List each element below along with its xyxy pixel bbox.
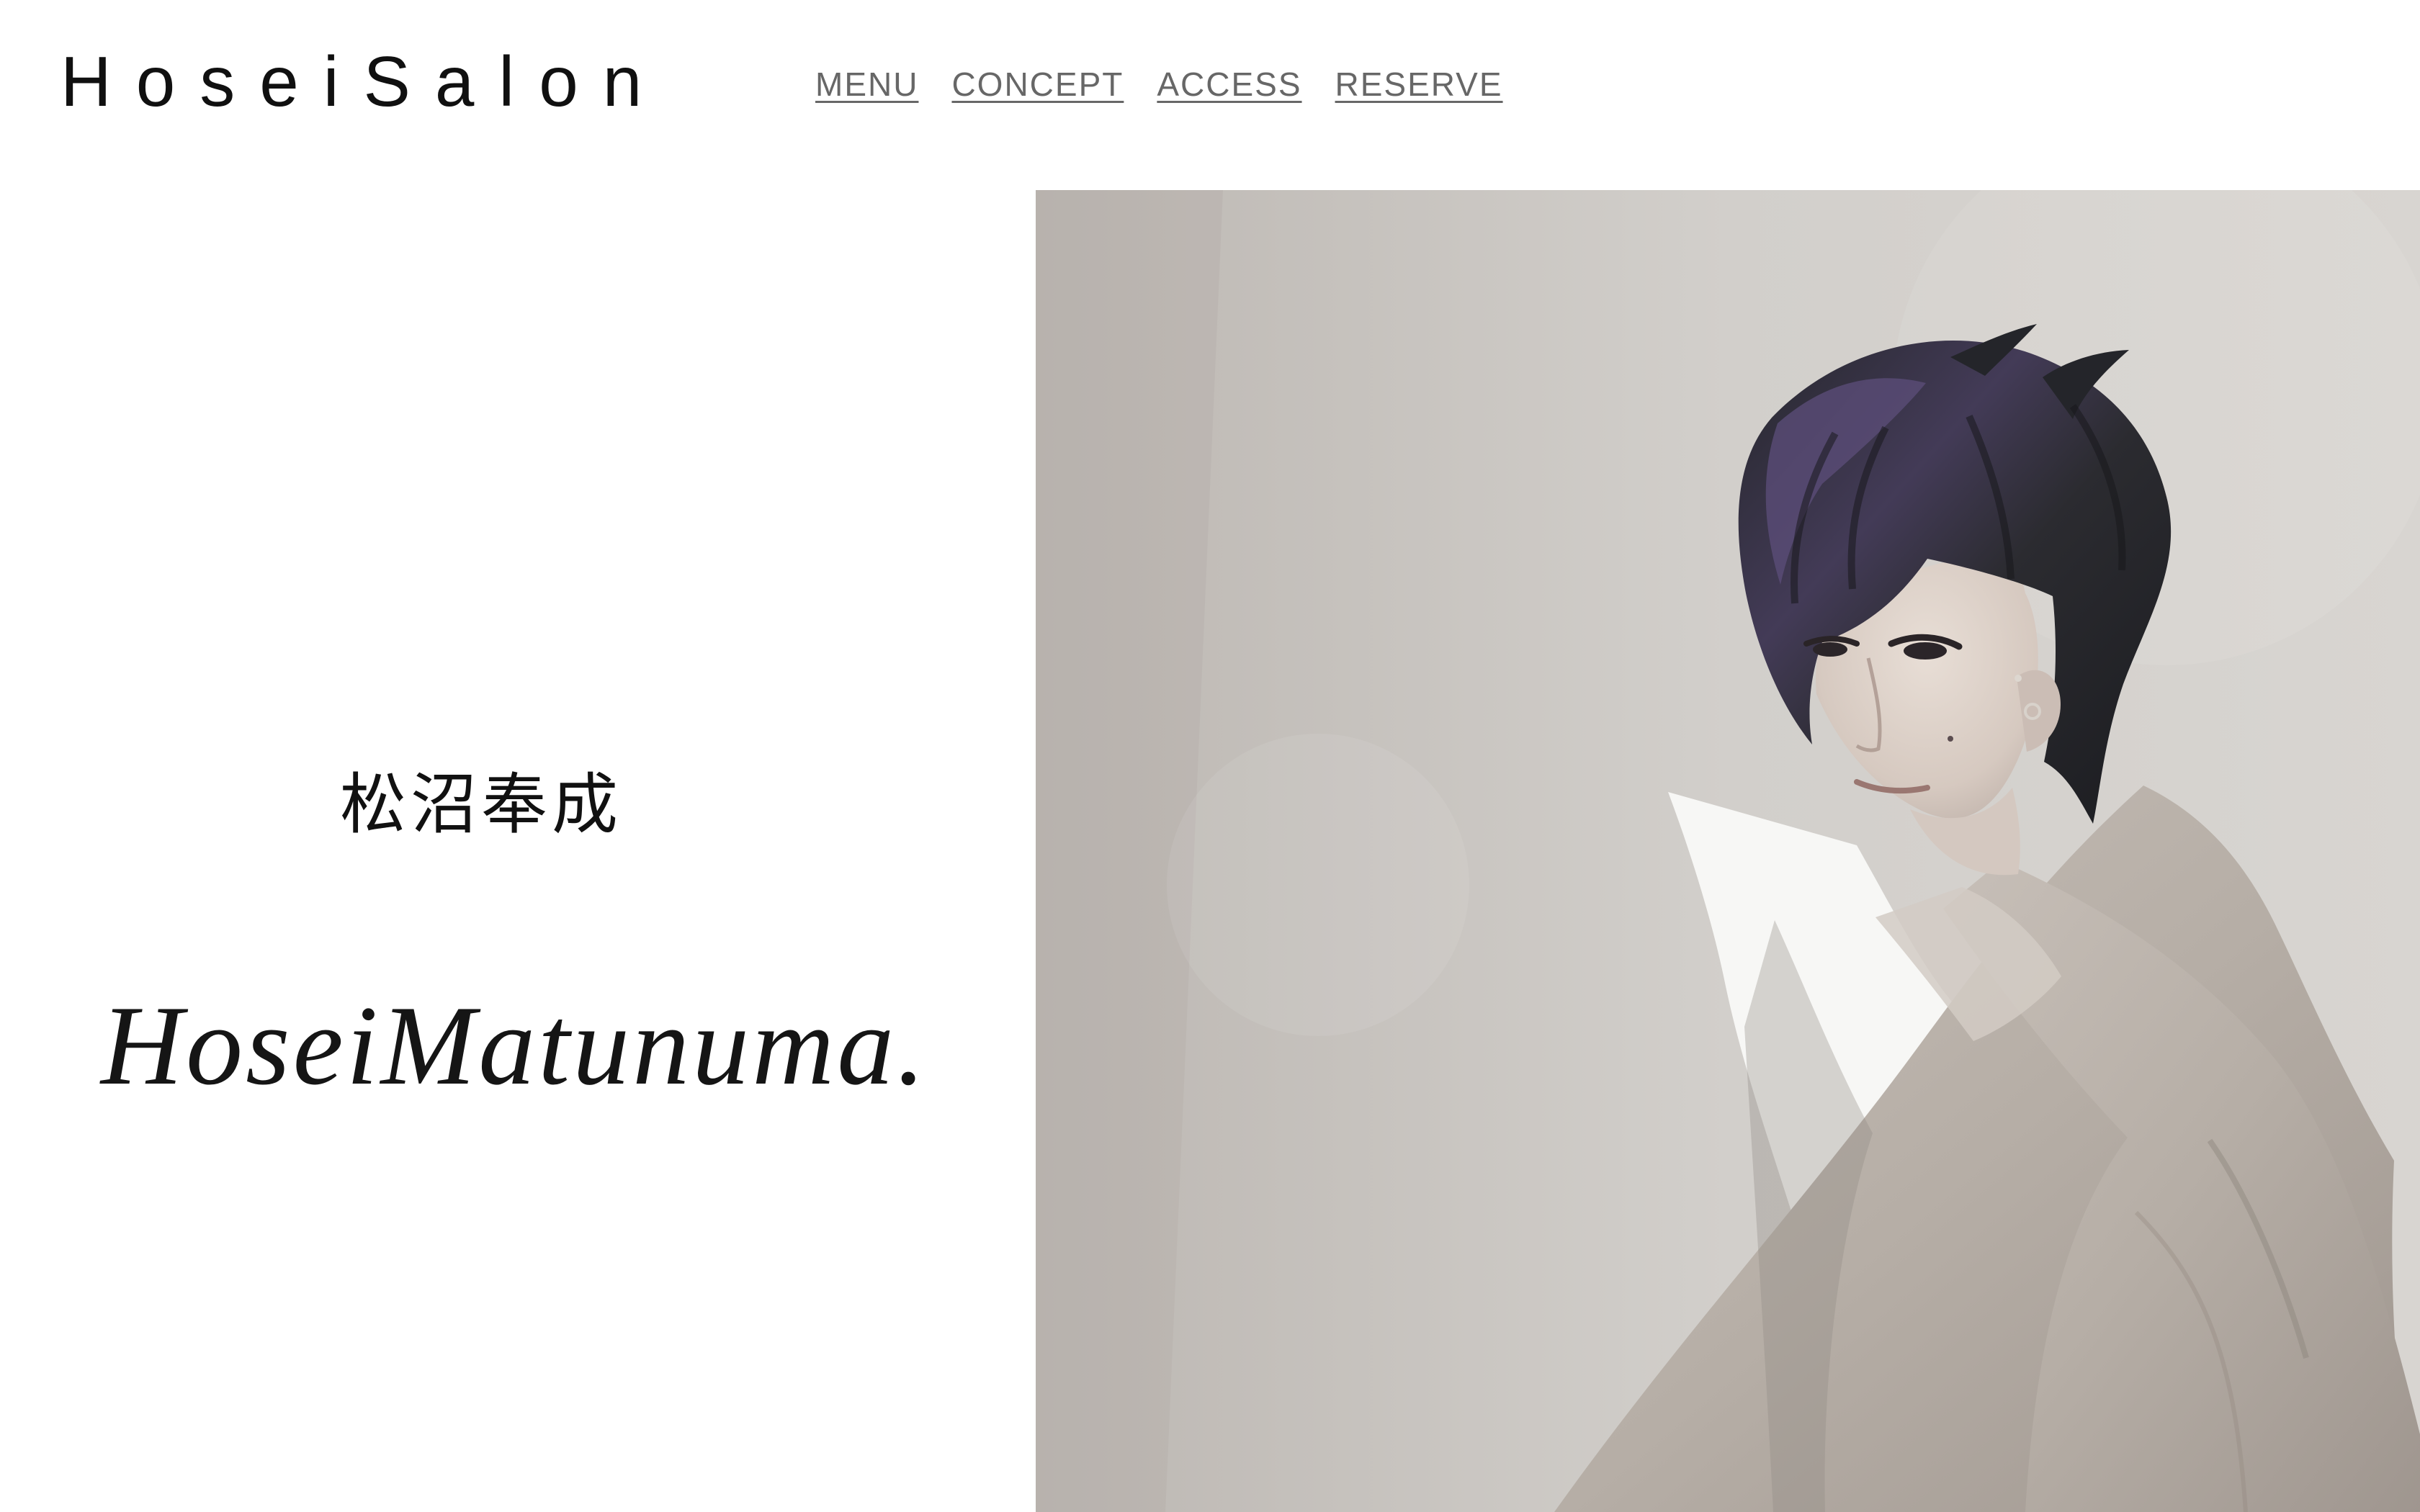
page: HoseiSalon MENU CONCEPT ACCESS RESERVE 松… (0, 0, 2420, 1512)
nav-link-reserve[interactable]: RESERVE (1335, 68, 1503, 101)
stylist-name-japanese: 松沼奉成 (339, 766, 622, 843)
nav-link-menu[interactable]: MENU (815, 68, 918, 101)
stylist-portrait-photo (1036, 190, 2420, 1512)
nav-link-concept[interactable]: CONCEPT (951, 68, 1124, 101)
main-navigation: MENU CONCEPT ACCESS RESERVE (815, 68, 1503, 101)
site-logo[interactable]: HoseiSalon (60, 46, 666, 117)
hero-name-panel: 松沼奉成 HoseiMatunuma. (0, 190, 1036, 1512)
portrait-illustration (1036, 190, 2420, 1512)
nav-link-access[interactable]: ACCESS (1157, 68, 1301, 101)
stylist-name-english: HoseiMatunuma. (101, 983, 928, 1109)
